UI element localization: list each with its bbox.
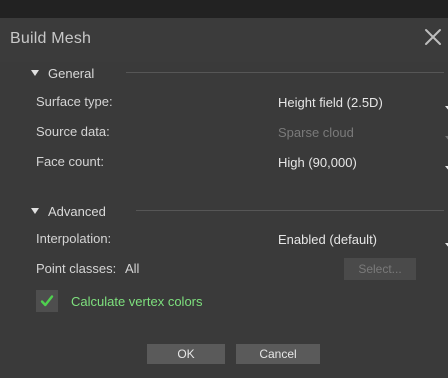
surface-type-label: Surface type: bbox=[36, 94, 113, 109]
ok-button[interactable]: OK bbox=[147, 344, 225, 364]
general-group-title: General bbox=[48, 65, 95, 81]
group-divider bbox=[136, 210, 444, 211]
source-data-row: Source data: Sparse cloud bbox=[36, 119, 448, 145]
collapse-triangle-icon[interactable] bbox=[28, 69, 42, 77]
face-count-label: Face count: bbox=[36, 154, 104, 169]
face-count-row: Face count: High (90,000) bbox=[36, 149, 448, 175]
interpolation-label: Interpolation: bbox=[36, 231, 112, 246]
interpolation-value: Enabled (default) bbox=[278, 232, 378, 247]
calculate-vertex-colors-checkbox[interactable] bbox=[36, 290, 58, 312]
source-data-value: Sparse cloud bbox=[278, 125, 354, 140]
surface-type-value: Height field (2.5D) bbox=[278, 95, 383, 110]
source-data-label: Source data: bbox=[36, 124, 110, 139]
advanced-group-header[interactable]: Advanced bbox=[28, 200, 444, 222]
title-bar: Build Mesh bbox=[0, 18, 448, 62]
close-icon[interactable] bbox=[424, 28, 442, 46]
cancel-button[interactable]: Cancel bbox=[236, 344, 320, 364]
group-divider bbox=[126, 72, 444, 73]
surface-type-select[interactable]: Height field (2.5D) bbox=[269, 89, 448, 115]
build-mesh-dialog: Build Mesh General Surface type: Height … bbox=[0, 18, 448, 378]
collapse-triangle-icon[interactable] bbox=[28, 207, 42, 215]
calculate-vertex-colors-label[interactable]: Calculate vertex colors bbox=[71, 294, 203, 309]
checkmark-icon bbox=[40, 295, 54, 307]
source-data-select: Sparse cloud bbox=[269, 119, 448, 145]
surface-type-row: Surface type: Height field (2.5D) bbox=[36, 89, 448, 115]
dialog-title: Build Mesh bbox=[10, 30, 92, 47]
select-point-classes-button: Select... bbox=[344, 258, 416, 280]
interpolation-row: Interpolation: Enabled (default) bbox=[36, 226, 448, 252]
background-window-strip bbox=[0, 0, 448, 18]
advanced-group-title: Advanced bbox=[48, 203, 106, 219]
interpolation-select[interactable]: Enabled (default) bbox=[269, 226, 448, 252]
point-classes-label: Point classes: bbox=[36, 261, 117, 276]
face-count-value: High (90,000) bbox=[278, 155, 357, 170]
face-count-select[interactable]: High (90,000) bbox=[269, 149, 448, 175]
point-classes-row: Point classes: All Select... bbox=[36, 256, 436, 282]
general-group-header[interactable]: General bbox=[28, 62, 444, 84]
point-classes-value: All bbox=[125, 261, 140, 276]
